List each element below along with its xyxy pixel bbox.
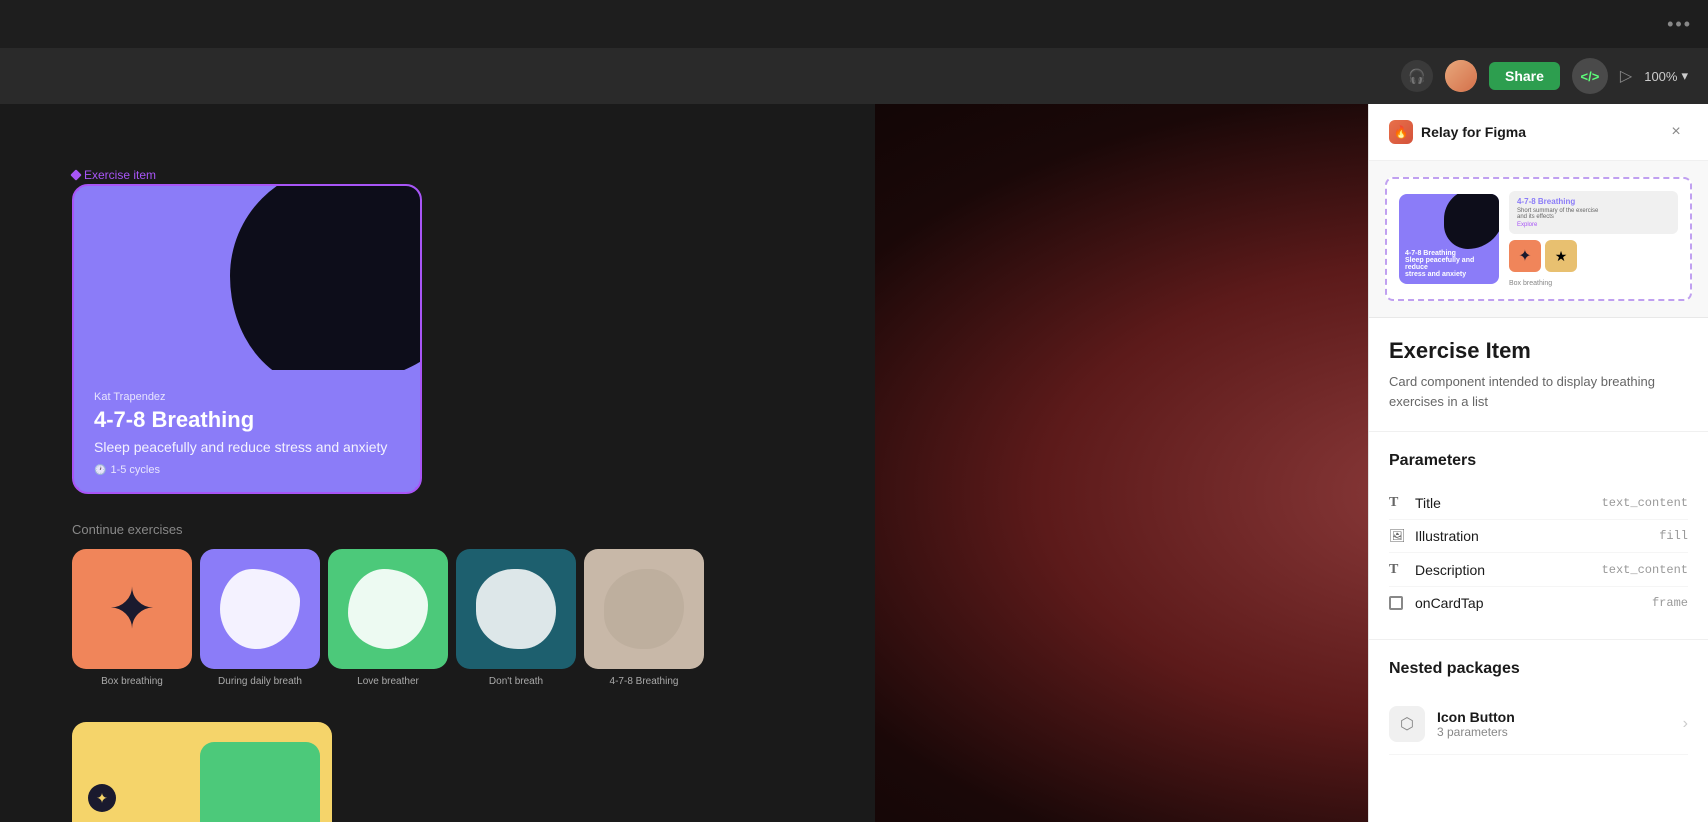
nested-item-name: Icon Button [1437, 709, 1683, 725]
thumbnail-right: 4-7-8 Breathing Short summary of the exe… [1509, 191, 1678, 287]
star-bottom-icon: ✦ [88, 784, 116, 812]
card-meta: 🕐 1-5 cycles [94, 464, 400, 476]
thumbnail-main-card: 4-7-8 BreathingSleep peacefully and redu… [1399, 194, 1499, 284]
nested-item-icon-button[interactable]: ⬡ Icon Button 3 parameters › [1389, 694, 1688, 755]
component-description: Card component intended to display breat… [1389, 372, 1688, 411]
selected-exercise-card[interactable]: Kat Trapendez 4-7-8 Breathing Sleep peac… [72, 184, 422, 494]
close-button[interactable]: × [1664, 120, 1688, 144]
param-name-illustration: Illustration [1415, 528, 1659, 544]
thumbnail-bottom-label: Box breathing [1509, 280, 1678, 287]
panel-header: 🔥 Relay for Figma × [1369, 104, 1708, 161]
thumbnail-small-cards: ✦ ★ [1509, 240, 1678, 272]
clock-icon: 🕐 [94, 465, 106, 476]
more-options-icon[interactable]: ••• [1667, 14, 1692, 35]
param-row-description: T Description text_content [1389, 553, 1688, 587]
share-button[interactable]: Share [1489, 62, 1560, 90]
top-toolbar: ••• [0, 0, 1708, 48]
exercise-card-box-breathing[interactable]: ✦ [72, 549, 192, 669]
param-row-illustration: 🖼 Illustration fill [1389, 520, 1688, 553]
play-button[interactable]: ▷ [1620, 66, 1632, 86]
param-type-illustration: fill [1659, 529, 1688, 543]
param-name-title: Title [1415, 495, 1602, 511]
nested-item-params: 3 parameters [1437, 725, 1683, 739]
text-icon-title: T [1389, 494, 1409, 511]
param-name-oncardtap: onCardTap [1415, 595, 1652, 611]
exercise-card-label-1: During daily breath [200, 676, 320, 687]
exercise-card-478[interactable] [584, 549, 704, 669]
thumbnail-info-card: 4-7-8 Breathing Short summary of the exe… [1509, 191, 1678, 234]
blob-figure-3 [476, 569, 556, 649]
component-info: Exercise Item Card component intended to… [1369, 318, 1708, 432]
card-title: 4-7-8 Breathing [94, 407, 400, 433]
avatar[interactable] [1445, 60, 1477, 92]
code-button[interactable]: </> [1572, 58, 1608, 94]
thumb-card-1: ✦ [1509, 240, 1541, 272]
blob-figure-4 [604, 569, 684, 649]
card-author: Kat Trapendez [94, 391, 400, 403]
card-blob-shape [230, 186, 420, 370]
thumb-card-2: ★ [1545, 240, 1577, 272]
relay-logo-icon: 🔥 [1389, 120, 1413, 144]
parameters-heading: Parameters [1389, 452, 1688, 470]
exercise-card-dont-breath[interactable] [456, 549, 576, 669]
bottom-card-green[interactable] [200, 742, 320, 822]
param-type-oncardtap: frame [1652, 596, 1688, 610]
card-illustration [74, 186, 420, 370]
exercise-card-label-0: Box breathing [72, 676, 192, 687]
param-type-title: text_content [1602, 496, 1688, 510]
card-subtitle: Sleep peacefully and reduce stress and a… [94, 438, 400, 456]
frame-icon-oncardtap [1389, 596, 1409, 610]
continue-section-title: Continue exercises [72, 522, 704, 537]
nested-packages-section: Nested packages ⬡ Icon Button 3 paramete… [1369, 640, 1708, 775]
thumbnail-text: 4-7-8 BreathingSleep peacefully and redu… [1405, 250, 1499, 278]
panel-title: Relay for Figma [1421, 124, 1526, 140]
label-marker [70, 169, 81, 180]
exercise-card-label-2: Love breather [328, 676, 448, 687]
relay-panel: 🔥 Relay for Figma × 4-7-8 BreathingSleep… [1368, 104, 1708, 822]
text-icon-description: T [1389, 561, 1409, 578]
param-row-title: T Title text_content [1389, 486, 1688, 520]
param-name-description: Description [1415, 562, 1602, 578]
nested-heading: Nested packages [1389, 660, 1688, 678]
chevron-right-icon: › [1683, 715, 1688, 733]
preview-frame: 4-7-8 BreathingSleep peacefully and redu… [1385, 177, 1692, 301]
nested-icon-box: ⬡ [1389, 706, 1425, 742]
param-type-description: text_content [1602, 563, 1688, 577]
parameters-section: Parameters T Title text_content 🖼 Illust… [1369, 432, 1708, 640]
continue-exercises-section: Continue exercises ✦ Box breathing Durin… [72, 522, 704, 669]
component-label: Exercise item [72, 168, 156, 182]
nested-item-info: Icon Button 3 parameters [1437, 709, 1683, 739]
exercise-card-label-4: 4-7-8 Breathing [584, 676, 704, 687]
zoom-control[interactable]: 100% ▾ [1644, 68, 1688, 84]
exercise-card-love-breather[interactable] [328, 549, 448, 669]
thumbnail-blob [1444, 194, 1499, 249]
param-row-oncardtap: onCardTap frame [1389, 587, 1688, 619]
exercise-card-label-3: Don't breath [456, 676, 576, 687]
component-name: Exercise Item [1389, 338, 1688, 364]
main-toolbar: 🎧 Share </> ▷ 100% ▾ [0, 48, 1708, 104]
canvas-area: Exercise item Kat Trapendez 4-7-8 Breath… [0, 104, 875, 822]
star-icon: ✦ [109, 581, 156, 637]
blob-figure-2 [348, 569, 428, 649]
exercise-cards-row: ✦ Box breathing During daily breath Love… [72, 549, 704, 669]
headphone-icon[interactable]: 🎧 [1401, 60, 1433, 92]
panel-logo: 🔥 Relay for Figma [1389, 120, 1526, 144]
preview-area: 4-7-8 BreathingSleep peacefully and redu… [1369, 161, 1708, 318]
card-content: Kat Trapendez 4-7-8 Breathing Sleep peac… [74, 375, 420, 492]
avatar-image [1445, 60, 1477, 92]
blob-figure-1 [220, 569, 300, 649]
exercise-card-daily-breath[interactable] [200, 549, 320, 669]
image-icon-illustration: 🖼 [1389, 528, 1409, 544]
